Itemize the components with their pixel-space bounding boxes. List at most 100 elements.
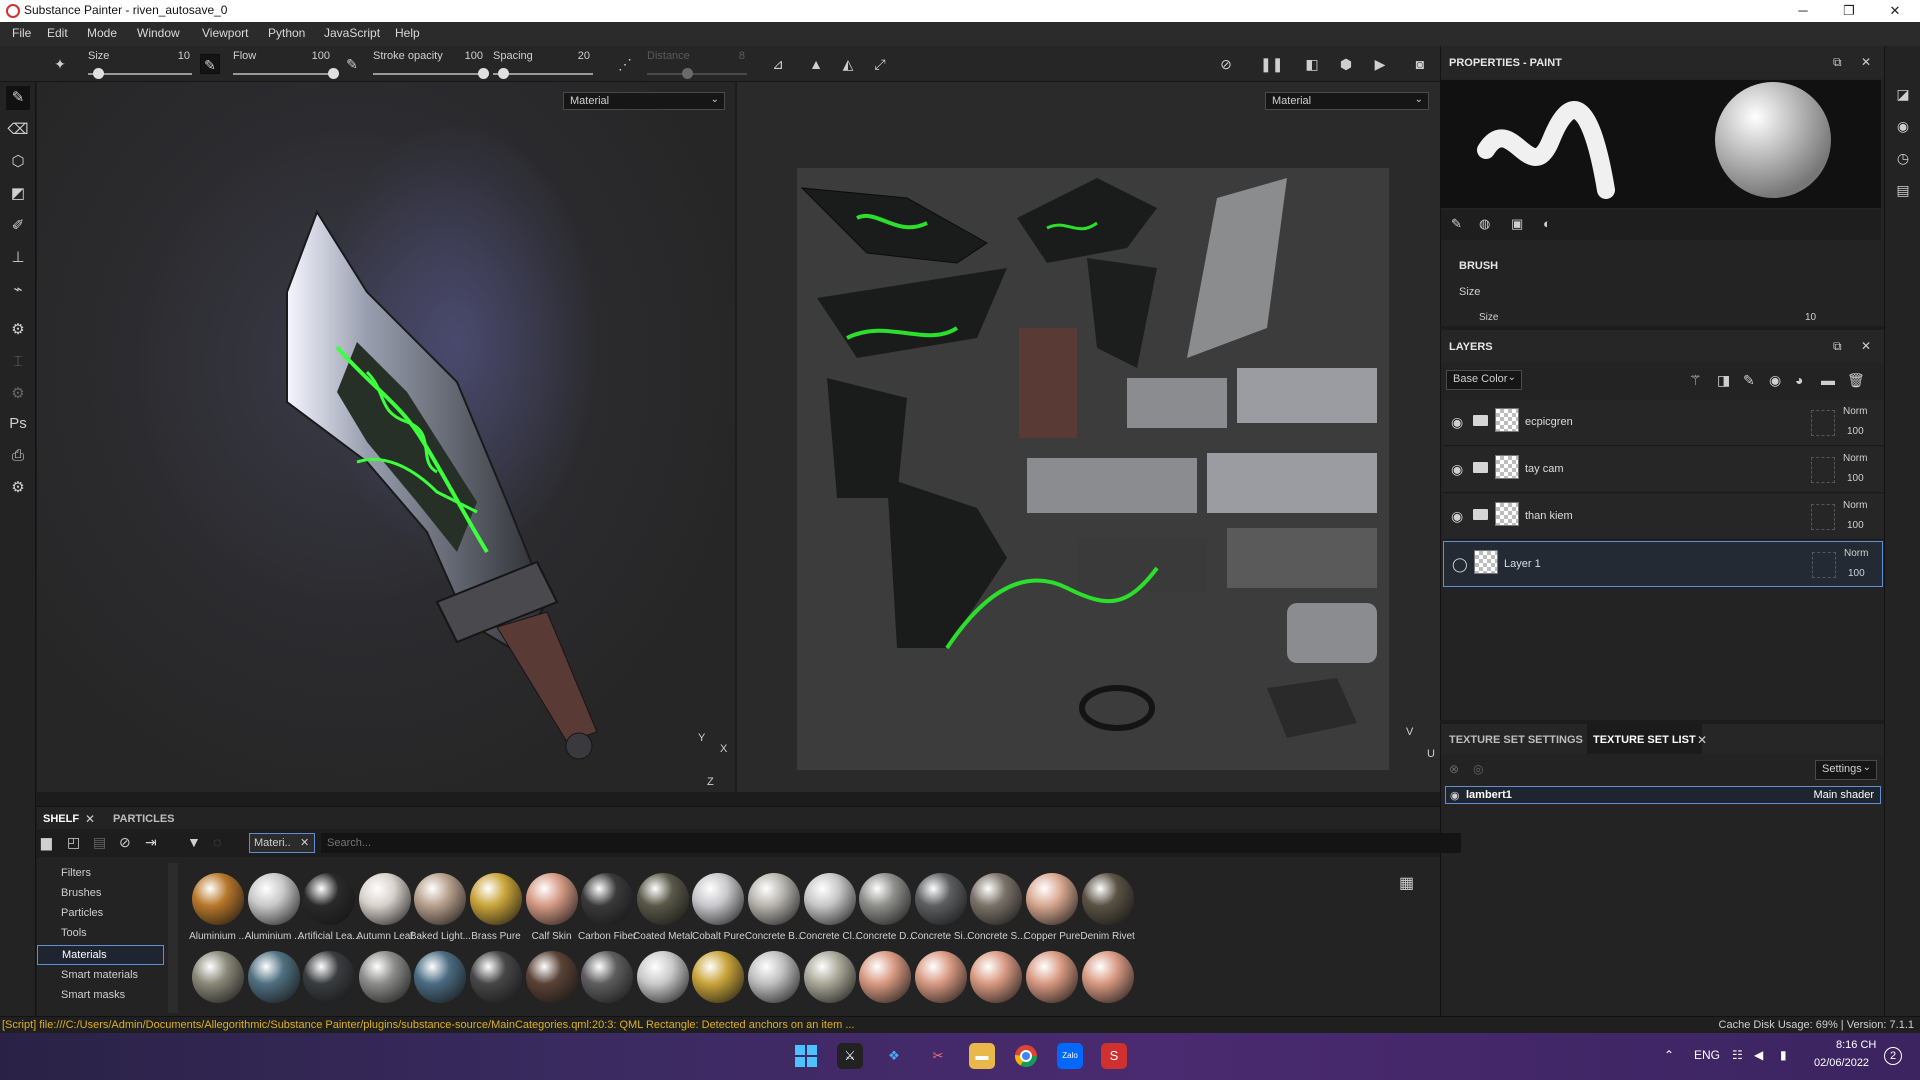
layer-channel-select[interactable]: Base Color ⌄ bbox=[1446, 370, 1522, 390]
tab-shelf[interactable]: SHELF bbox=[43, 813, 79, 825]
layer-name[interactable]: ecpicgren bbox=[1525, 416, 1573, 428]
delete-layer-icon[interactable]: 🗑 bbox=[1847, 372, 1865, 389]
history-icon[interactable]: ◷ bbox=[1893, 150, 1913, 170]
close-properties-icon[interactable]: ✕ bbox=[1861, 55, 1871, 69]
shelf-search-input[interactable] bbox=[321, 833, 1461, 853]
log-icon[interactable]: ▤ bbox=[1893, 182, 1913, 202]
material-swatch[interactable] bbox=[748, 873, 800, 925]
add-mask-icon[interactable]: ◨ bbox=[1717, 372, 1730, 389]
texture-set-row[interactable]: ◉ lambert1 Main shader bbox=[1445, 786, 1881, 804]
2d-uv-viewport[interactable]: Material ⌄ V U bbox=[737, 82, 1440, 792]
3d-viewport[interactable]: Material ⌄ Y X Z bbox=[37, 82, 735, 792]
clock-time[interactable]: 8:16 CH bbox=[1836, 1039, 1876, 1051]
folder-icon[interactable]: ▆ bbox=[41, 834, 52, 851]
network-icon[interactable]: ☷ bbox=[1732, 1048, 1743, 1062]
material-swatch[interactable] bbox=[970, 951, 1023, 1003]
2d-channel-select[interactable]: Material ⌄ bbox=[1265, 92, 1429, 110]
material-swatch[interactable] bbox=[303, 873, 356, 925]
size-value[interactable]: 10 bbox=[160, 50, 190, 62]
clock-date[interactable]: 02/06/2022 bbox=[1814, 1057, 1869, 1069]
game-app-icon[interactable]: ⚔ bbox=[837, 1043, 863, 1069]
menu-python[interactable]: Python bbox=[268, 26, 305, 40]
eye-icon[interactable]: ◉ bbox=[1451, 508, 1463, 525]
hide-icon[interactable]: ⊘ bbox=[119, 834, 131, 851]
spacing-slider-knob[interactable] bbox=[498, 68, 509, 79]
category-filters[interactable]: Filters bbox=[61, 867, 91, 879]
material-swatch[interactable] bbox=[1026, 873, 1078, 925]
brush-size-value[interactable]: 10 bbox=[1805, 312, 1816, 323]
material-swatch[interactable] bbox=[692, 873, 745, 925]
material-swatch[interactable] bbox=[581, 873, 634, 925]
menu-edit[interactable]: Edit bbox=[47, 26, 68, 40]
close-tab-icon[interactable]: ✕ bbox=[1697, 733, 1707, 747]
material-swatch[interactable] bbox=[636, 951, 689, 1003]
zalo-icon[interactable]: Zalo bbox=[1057, 1043, 1083, 1069]
layer-name[interactable]: tay cam bbox=[1525, 463, 1564, 475]
chrome-icon[interactable] bbox=[1013, 1043, 1039, 1069]
layer-name[interactable]: than kiem bbox=[1525, 510, 1573, 522]
link-icon[interactable]: ⊗ bbox=[1449, 762, 1459, 776]
brush-preset-icon[interactable]: ✦ bbox=[50, 54, 70, 74]
layer-opacity[interactable]: 100 bbox=[1848, 568, 1865, 579]
battery-icon[interactable]: ▮ bbox=[1780, 1048, 1787, 1062]
material-swatch[interactable] bbox=[414, 873, 467, 925]
blend-mode-select[interactable]: Norm bbox=[1844, 548, 1868, 559]
layer-opacity[interactable]: 100 bbox=[1847, 520, 1864, 531]
stencil-tab-icon[interactable]: ▣ bbox=[1511, 216, 1523, 232]
tab-texture-set-settings[interactable]: TEXTURE SET SETTINGS bbox=[1449, 734, 1583, 746]
material-swatch[interactable] bbox=[1026, 951, 1078, 1003]
material-swatch[interactable] bbox=[692, 951, 745, 1003]
menu-javascript[interactable]: JavaScript bbox=[324, 26, 380, 40]
plugin-settings-icon[interactable]: ⚙ bbox=[6, 476, 30, 500]
texture-set-settings-select[interactable]: Settings ⌄ bbox=[1815, 760, 1877, 780]
layer-opacity[interactable]: 100 bbox=[1847, 426, 1864, 437]
size-slider-knob[interactable] bbox=[93, 68, 105, 79]
tab-texture-set-list[interactable]: TEXTURE SET LIST bbox=[1587, 724, 1702, 754]
measure-tool-icon[interactable]: ⌶ bbox=[6, 350, 30, 374]
flow-slider-knob[interactable] bbox=[328, 68, 339, 79]
windows-start-icon[interactable] bbox=[793, 1043, 819, 1069]
alignment-icon[interactable]: ⊿ bbox=[768, 54, 788, 74]
hide-icon[interactable]: ⊘ bbox=[1216, 54, 1236, 74]
cube-view-icon[interactable]: ⬢ bbox=[1336, 54, 1356, 74]
split-view-icon[interactable]: ◧ bbox=[1302, 54, 1322, 74]
refresh-icon[interactable]: ◌ bbox=[213, 834, 221, 850]
layer-row[interactable]: ◯ Layer 1 Norm 100 bbox=[1443, 541, 1883, 587]
bake-tool-icon[interactable]: ⚙ bbox=[6, 318, 30, 342]
material-swatch[interactable] bbox=[970, 873, 1023, 925]
add-folder-icon[interactable]: ▬ bbox=[1821, 372, 1835, 388]
add-effect-icon[interactable]: ⚚ bbox=[1689, 372, 1702, 389]
file-explorer-icon[interactable]: ▬ bbox=[969, 1043, 995, 1069]
maximize-button[interactable]: ❐ bbox=[1826, 0, 1872, 22]
smudge-tool-icon[interactable]: ✐ bbox=[6, 214, 30, 238]
layer-row[interactable]: ◉ tay cam Norm 100 bbox=[1443, 447, 1883, 493]
close-layers-icon[interactable]: ✕ bbox=[1861, 339, 1871, 353]
close-shelf-icon[interactable]: ✕ bbox=[85, 812, 95, 826]
snipping-tool-icon[interactable]: ✂ bbox=[925, 1043, 951, 1069]
category-scrollbar[interactable] bbox=[168, 863, 178, 1013]
uv-texture-canvas[interactable] bbox=[797, 168, 1389, 770]
material-swatch[interactable] bbox=[1081, 951, 1134, 1003]
tab-particles[interactable]: PARTICLES bbox=[113, 813, 175, 825]
materials-filter-tag[interactable]: Materi.. ✕ bbox=[249, 833, 315, 853]
transform-icon[interactable]: ⤢ bbox=[870, 54, 890, 74]
material-swatch[interactable] bbox=[748, 951, 800, 1003]
minimize-button[interactable]: ─ bbox=[1780, 0, 1826, 22]
export-icon[interactable]: ⎙ bbox=[6, 444, 30, 468]
material-swatch[interactable] bbox=[636, 873, 689, 925]
menu-window[interactable]: Window bbox=[137, 26, 180, 40]
material-swatch[interactable] bbox=[581, 951, 634, 1003]
new-item-icon[interactable]: ◰ bbox=[67, 834, 80, 851]
flow-pen-pressure-icon[interactable]: ✎ bbox=[342, 54, 362, 74]
material-swatch[interactable] bbox=[247, 873, 300, 925]
camera-icon[interactable]: ▶ bbox=[1370, 54, 1390, 74]
category-particles[interactable]: Particles bbox=[61, 907, 103, 919]
symmetry-mirror-icon[interactable]: ◭ bbox=[838, 54, 858, 74]
material-swatch[interactable] bbox=[414, 951, 467, 1003]
flow-value[interactable]: 100 bbox=[300, 50, 330, 62]
layer-row[interactable]: ◉ ecpicgren Norm 100 bbox=[1443, 400, 1883, 446]
stroke-opacity-value[interactable]: 100 bbox=[453, 50, 483, 62]
menu-mode[interactable]: Mode bbox=[87, 26, 117, 40]
display-settings-icon[interactable]: ◪ bbox=[1893, 86, 1913, 106]
color-picker-tool-icon[interactable]: ⌁ bbox=[6, 278, 30, 302]
